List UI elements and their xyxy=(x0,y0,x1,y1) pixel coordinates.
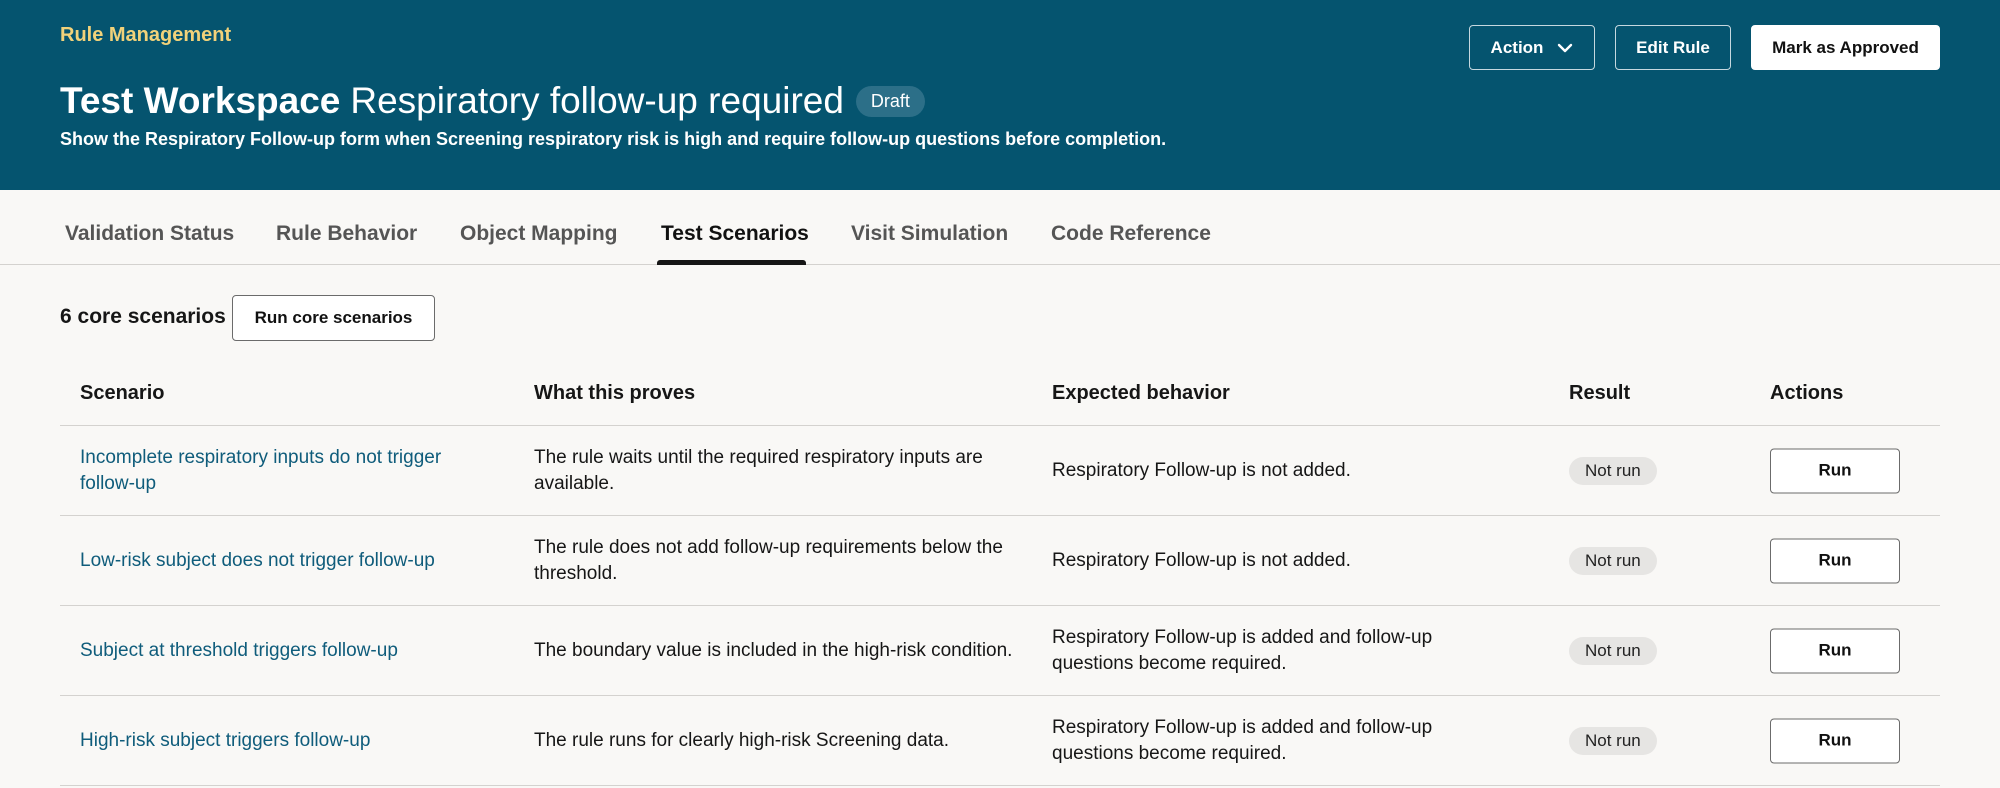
table-row: High-risk subject triggers follow-up The… xyxy=(60,696,1940,786)
expected-behavior: Respiratory Follow-up is added and follo… xyxy=(1052,626,1433,674)
result-badge: Not run xyxy=(1569,546,1657,575)
tab-visit-simulation[interactable]: Visit Simulation xyxy=(851,222,1008,246)
page-title-row: Test Workspace Respiratory follow-up req… xyxy=(60,80,925,122)
what-this-proves: The rule waits until the required respir… xyxy=(534,446,983,494)
scenario-count: 6 core scenarios xyxy=(60,305,226,328)
result-badge: Not run xyxy=(1569,726,1657,755)
column-header-actions: Actions xyxy=(1770,382,1844,404)
table-row: Subject at threshold triggers follow-up … xyxy=(60,606,1940,696)
scenarios-table: Scenario What this proves Expected behav… xyxy=(60,360,1940,786)
tab-code-reference[interactable]: Code Reference xyxy=(1051,222,1211,246)
scenario-link[interactable]: Subject at threshold triggers follow-up xyxy=(80,638,500,664)
tab-object-mapping[interactable]: Object Mapping xyxy=(460,222,618,246)
run-scenario-button[interactable]: Run xyxy=(1770,628,1900,673)
edit-rule-button[interactable]: Edit Rule xyxy=(1615,25,1731,70)
tab-rule-behavior[interactable]: Rule Behavior xyxy=(276,222,417,246)
what-this-proves: The rule runs for clearly high-risk Scre… xyxy=(534,729,950,751)
chevron-down-icon xyxy=(1557,43,1573,53)
run-scenario-button[interactable]: Run xyxy=(1770,718,1900,763)
result-badge: Not run xyxy=(1569,636,1657,665)
workspace-name: Test Workspace xyxy=(60,80,341,121)
status-badge: Draft xyxy=(855,85,925,117)
rule-description: Show the Respiratory Follow-up form when… xyxy=(60,129,1167,149)
scenario-link[interactable]: Low-risk subject does not trigger follow… xyxy=(80,548,500,574)
tab-bar: Validation Status Rule Behavior Object M… xyxy=(0,190,2000,265)
table-row: Low-risk subject does not trigger follow… xyxy=(60,516,1940,606)
what-this-proves: The rule does not add follow-up requirem… xyxy=(534,536,1003,584)
expected-behavior: Respiratory Follow-up is added and follo… xyxy=(1052,716,1433,764)
table-header: Scenario What this proves Expected behav… xyxy=(60,360,1940,426)
run-scenario-button[interactable]: Run xyxy=(1770,538,1900,583)
expected-behavior: Respiratory Follow-up is not added. xyxy=(1052,549,1351,571)
page-header: Rule Management Test Workspace Respirato… xyxy=(0,0,2000,190)
run-scenario-button[interactable]: Run xyxy=(1770,448,1900,493)
run-core-scenarios-button[interactable]: Run core scenarios xyxy=(232,295,435,341)
mark-as-approved-button[interactable]: Mark as Approved xyxy=(1751,25,1940,70)
scenario-link[interactable]: Incomplete respiratory inputs do not tri… xyxy=(80,445,500,497)
breadcrumb-rule-management[interactable]: Rule Management xyxy=(60,24,231,47)
action-menu-button[interactable]: Action xyxy=(1469,25,1595,70)
expected-behavior: Respiratory Follow-up is not added. xyxy=(1052,459,1351,481)
tab-validation-status[interactable]: Validation Status xyxy=(65,222,234,246)
column-header-scenario: Scenario xyxy=(80,382,165,404)
rule-name: Respiratory follow-up required xyxy=(350,80,844,121)
what-this-proves: The boundary value is included in the hi… xyxy=(534,639,1013,661)
tab-test-scenarios[interactable]: Test Scenarios xyxy=(661,222,809,246)
column-header-what-this-proves: What this proves xyxy=(534,382,696,404)
result-badge: Not run xyxy=(1569,456,1657,485)
column-header-result: Result xyxy=(1569,382,1631,404)
table-row: Incomplete respiratory inputs do not tri… xyxy=(60,426,1940,516)
action-button-label: Action xyxy=(1490,37,1544,57)
scenario-link[interactable]: High-risk subject triggers follow-up xyxy=(80,728,500,754)
column-header-expected-behavior: Expected behavior xyxy=(1052,382,1230,404)
active-tab-indicator xyxy=(657,260,806,265)
